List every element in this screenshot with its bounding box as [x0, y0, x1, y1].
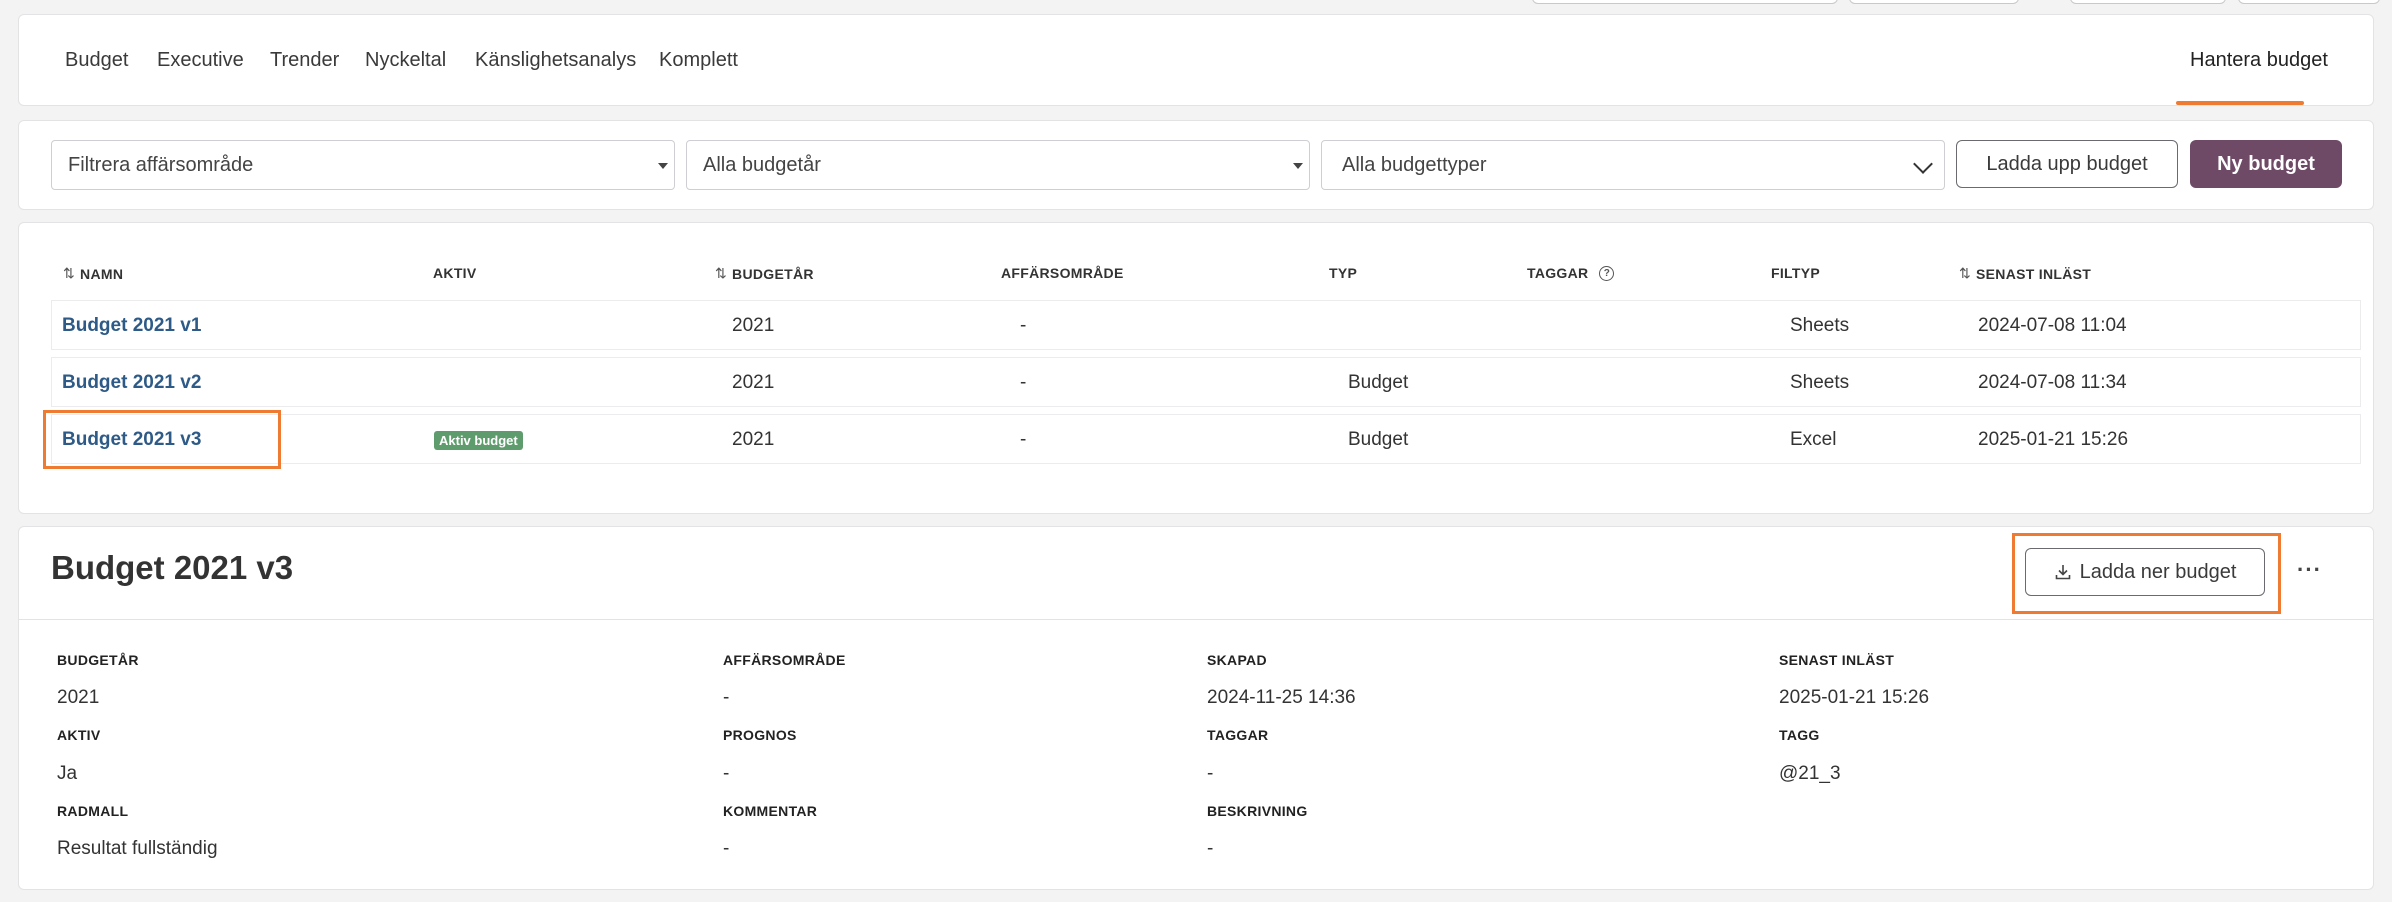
header-typ: TYP [1329, 265, 1357, 281]
more-options-icon[interactable]: ··· [2297, 557, 2322, 583]
cell-filetype: Excel [1790, 429, 1837, 450]
caret-down-icon [1293, 163, 1303, 169]
budget-name-link[interactable]: Budget 2021 v1 [62, 315, 201, 337]
value-skapad: 2024-11-25 14:36 [1207, 687, 1356, 708]
tab-executive[interactable]: Executive [157, 49, 244, 72]
budget-table: ⇅ NAMN AKTIV ⇅ BUDGETÅR AFFÄRSOMRÅDE TYP T… [18, 222, 2374, 514]
tab-kanslighetsanalys[interactable]: Känslighetsanalys [475, 49, 636, 72]
header-budgetar[interactable]: ⇅ BUDGETÅR [715, 265, 814, 282]
top-button-4[interactable] [2238, 0, 2380, 4]
filter-bar: Filtrera affärsområde Alla budgetår Alla… [18, 120, 2374, 210]
label-taggar: TAGGAR [1207, 727, 1269, 743]
header-aktiv-label: AKTIV [433, 265, 477, 281]
cell-area: - [1020, 315, 1027, 336]
budget-type-select[interactable]: Alla budgettyper [1321, 140, 1945, 190]
budget-name-link[interactable]: Budget 2021 v2 [62, 372, 201, 394]
cell-loaded: 2024-07-08 11:34 [1978, 372, 2127, 393]
upload-budget-button[interactable]: Ladda upp budget [1956, 140, 2178, 188]
label-aktiv: AKTIV [57, 727, 101, 743]
new-budget-button[interactable]: Ny budget [2190, 140, 2342, 188]
value-radmall: Resultat fullständig [57, 838, 218, 859]
cell-year: 2021 [732, 315, 775, 336]
label-affarsomrade: AFFÄRSOMRÅDE [723, 652, 846, 668]
active-tab-indicator [2176, 101, 2304, 105]
value-taggar: - [1207, 763, 1214, 784]
sort-icon: ⇅ [715, 265, 728, 281]
chevron-down-icon [1913, 154, 1933, 174]
cell-filetype: Sheets [1790, 372, 1850, 393]
sort-icon: ⇅ [63, 265, 76, 281]
label-skapad: SKAPAD [1207, 652, 1267, 668]
label-budgetar: BUDGETÅR [57, 652, 139, 668]
value-kommentar: - [723, 838, 730, 859]
value-affarsomrade: - [723, 687, 730, 708]
header-senast-inlast[interactable]: ⇅ SENAST INLÄST [1959, 265, 2091, 282]
value-senast-inlast: 2025-01-21 15:26 [1779, 687, 1930, 708]
cell-loaded: 2024-07-08 11:04 [1978, 315, 2127, 336]
value-aktiv: Ja [57, 763, 78, 784]
selected-row-highlight [43, 410, 281, 469]
cell-year: 2021 [732, 429, 775, 450]
cell-area: - [1020, 429, 1027, 450]
label-beskrivning: BESKRIVNING [1207, 803, 1308, 819]
help-icon[interactable]: ? [1599, 265, 1615, 281]
budget-year-select-value: Alla budgetår [703, 154, 821, 176]
header-namn[interactable]: ⇅ NAMN [63, 265, 123, 282]
label-prognos: PROGNOS [723, 727, 797, 743]
header-typ-label: TYP [1329, 265, 1358, 281]
label-tagg: TAGG [1779, 727, 1820, 743]
sort-icon: ⇅ [1959, 265, 1972, 281]
value-prognos: - [723, 763, 730, 784]
table-row[interactable]: Budget 2021 v3 Aktiv budget 2021 - Budge… [51, 414, 2361, 464]
tab-budget[interactable]: Budget [65, 49, 128, 72]
divider [19, 619, 2373, 620]
budget-type-select-value: Alla budgettyper [1342, 154, 1487, 176]
value-tagg: @21_3 [1779, 763, 1841, 784]
header-namn-label: NAMN [80, 265, 124, 282]
cell-type: Budget [1348, 372, 1409, 393]
top-button-1[interactable] [1532, 0, 1838, 4]
active-budget-badge: Aktiv budget [434, 431, 523, 450]
tab-nyckeltal[interactable]: Nyckeltal [365, 49, 446, 72]
cell-area: - [1020, 372, 1027, 393]
label-radmall: RADMALL [57, 803, 129, 819]
header-affarsomrade: AFFÄRSOMRÅDE [1001, 265, 1124, 281]
label-kommentar: KOMMENTAR [723, 803, 818, 819]
cell-type: Budget [1348, 429, 1409, 450]
budget-detail-panel: Budget 2021 v3 Ladda ner budget ··· BUDG… [18, 526, 2374, 890]
value-beskrivning: - [1207, 838, 1214, 859]
header-aktiv: AKTIV [433, 265, 477, 281]
header-budgetar-label: BUDGETÅR [732, 265, 814, 282]
table-row[interactable]: Budget 2021 v2 2021 - Budget Sheets 2024… [51, 357, 2361, 407]
caret-down-icon [658, 163, 668, 169]
tab-hantera-budget[interactable]: Hantera budget [2190, 49, 2328, 72]
header-filtyp: FILTYP [1771, 265, 1820, 281]
business-area-select[interactable]: Filtrera affärsområde [51, 140, 675, 190]
tab-navigation: Budget Executive Trender Nyckeltal Känsl… [18, 14, 2374, 106]
business-area-select-value: Filtrera affärsområde [68, 154, 254, 176]
tab-trender[interactable]: Trender [270, 49, 339, 72]
download-button-highlight [2012, 533, 2281, 614]
header-senast-inlast-label: SENAST INLÄST [1976, 265, 2092, 282]
header-taggar: TAGGAR? [1527, 265, 1615, 281]
value-budgetar: 2021 [57, 687, 100, 708]
top-button-2[interactable] [1849, 0, 2019, 4]
table-row[interactable]: Budget 2021 v1 2021 - Sheets 2024-07-08 … [51, 300, 2361, 350]
header-filtyp-label: FILTYP [1771, 265, 1820, 281]
cell-loaded: 2025-01-21 15:26 [1978, 429, 2129, 450]
cell-year: 2021 [732, 372, 775, 393]
header-affarsomrade-label: AFFÄRSOMRÅDE [1001, 265, 1124, 281]
label-senast-inlast: SENAST INLÄST [1779, 652, 1895, 668]
header-taggar-label: TAGGAR [1527, 265, 1589, 281]
budget-year-select[interactable]: Alla budgetår [686, 140, 1310, 190]
cell-filetype: Sheets [1790, 315, 1850, 336]
detail-title: Budget 2021 v3 [51, 549, 294, 586]
top-button-3[interactable] [2070, 0, 2226, 4]
tab-komplett[interactable]: Komplett [659, 49, 738, 72]
